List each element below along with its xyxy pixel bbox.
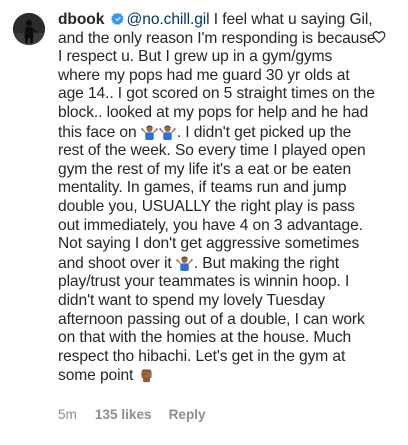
comment-username[interactable]: dbook [58, 11, 104, 28]
raised-fist-emoji [140, 369, 152, 383]
comment-text-part-1: I feel what u saying Gil, and the only r… [58, 11, 376, 141]
comment-text-part-3: . But making the right play/trust your t… [58, 254, 365, 385]
comment-timestamp: 5m [58, 407, 77, 422]
comment: dbook @no.chill.gil I feel what u saying… [0, 0, 408, 445]
person-shrugging-emoji [159, 125, 176, 140]
avatar[interactable] [13, 13, 45, 45]
comment-mention[interactable]: @no.chill.gil [127, 11, 210, 28]
heart-icon[interactable] [372, 30, 386, 44]
comment-text: dbook @no.chill.gil I feel what u saying… [58, 11, 376, 386]
person-shrugging-emoji [176, 256, 193, 271]
likes-count-link[interactable]: 135 likes [95, 407, 152, 422]
reply-button[interactable]: Reply [169, 407, 206, 422]
verified-badge-icon [110, 12, 124, 26]
comment-text-part-2: . I didn't get picked up the rest of the… [58, 123, 366, 272]
comment-meta: 5m 135 likes Reply [58, 407, 206, 422]
person-shrugging-emoji [141, 125, 158, 140]
